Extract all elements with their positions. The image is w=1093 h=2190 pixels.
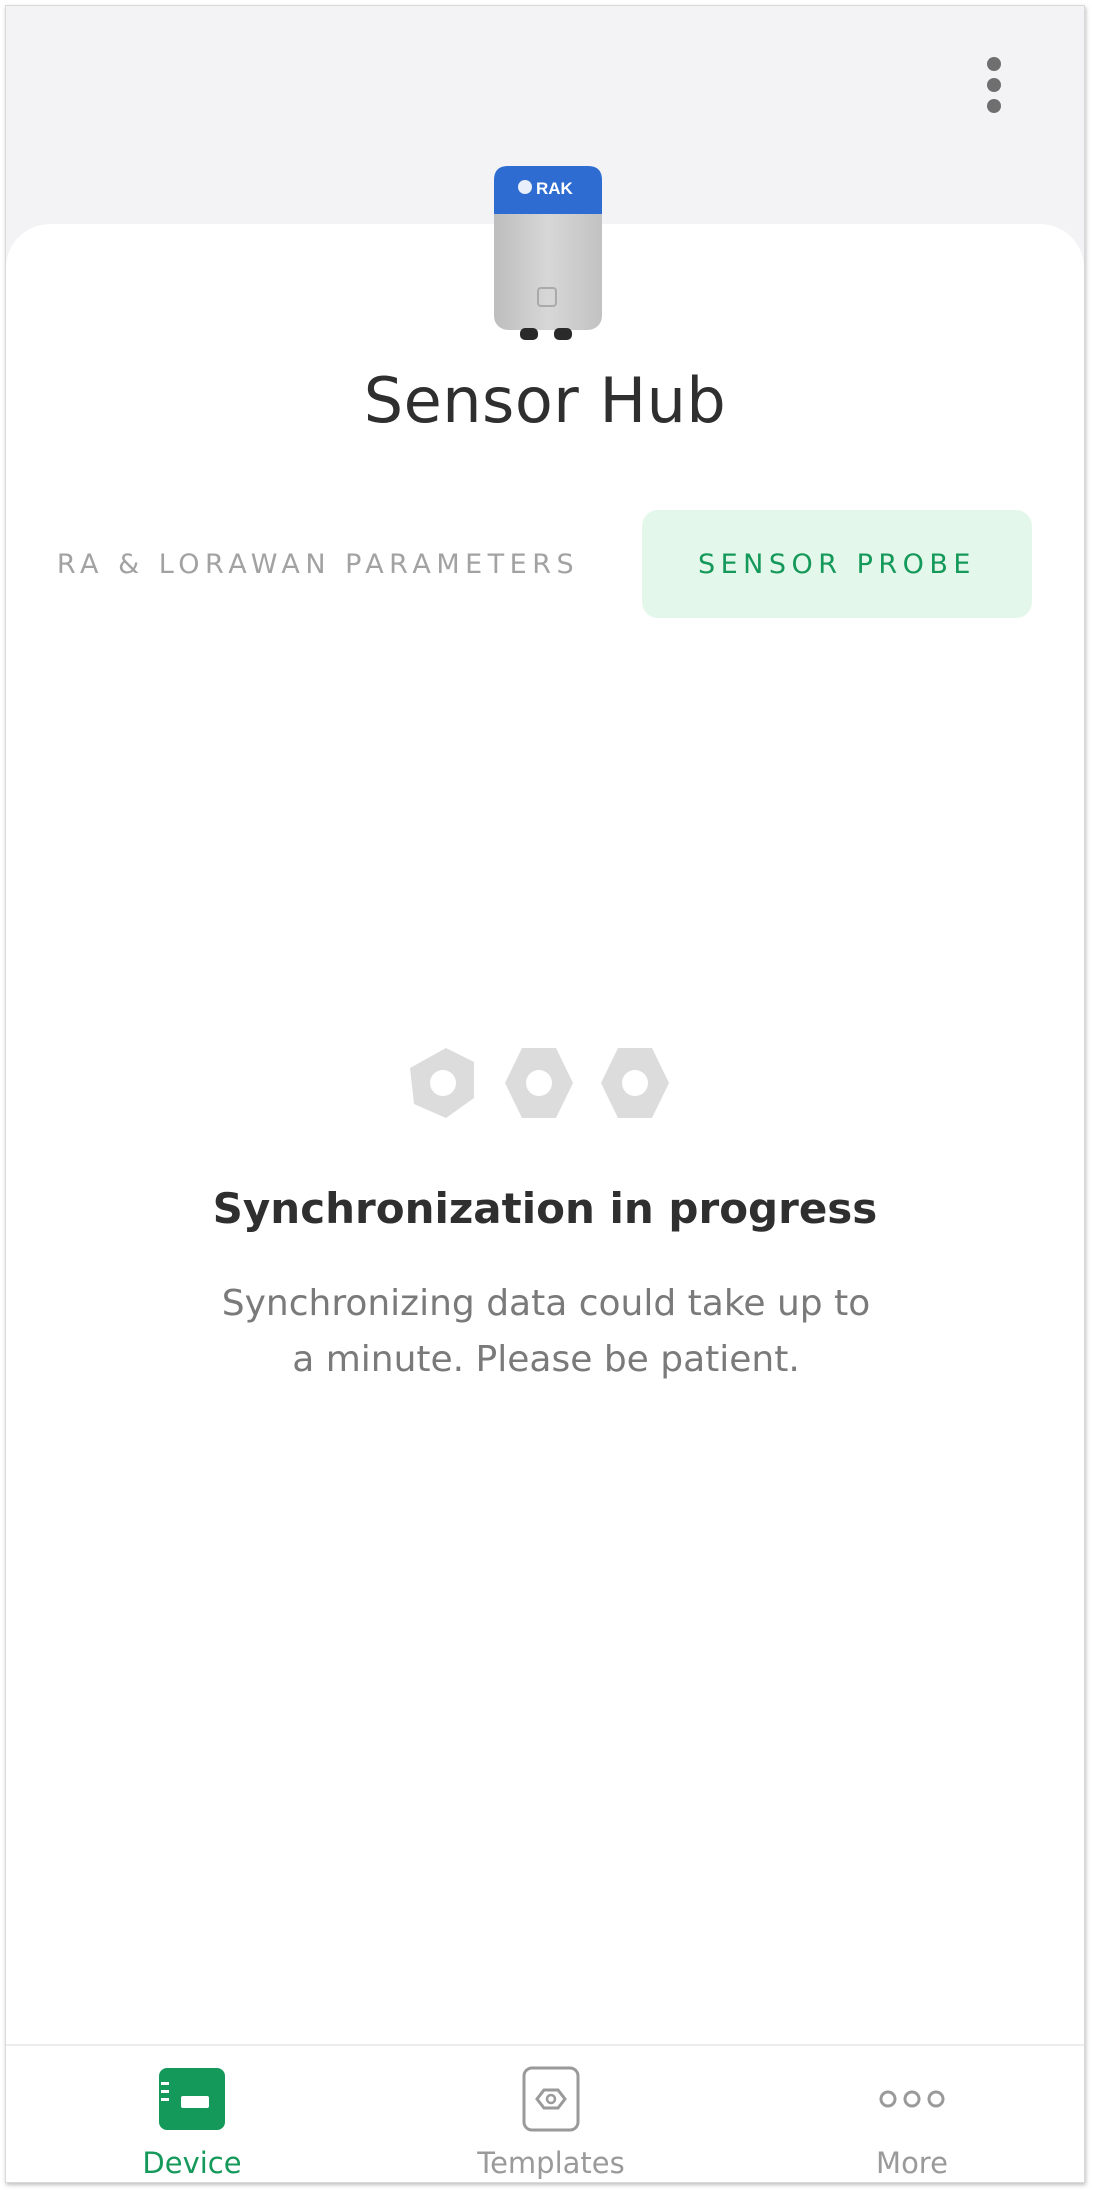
- nav-label-device: Device: [142, 2146, 242, 2180]
- sync-loading-indicator: [410, 1048, 669, 1118]
- hexagon-loader-icon: [410, 1048, 474, 1118]
- tab-sensor-probe[interactable]: SENSOR PROBE: [642, 510, 1032, 618]
- sync-message: Synchronizing data could take up to a mi…: [221, 1283, 871, 1380]
- bottom-navigation: Device Templates More: [6, 2044, 1084, 2182]
- menu-dot: [987, 57, 1001, 71]
- nav-item-device[interactable]: Device: [62, 2046, 322, 2182]
- tab-ra-lorawan-parameters[interactable]: RA & LORAWAN PARAMETERS: [48, 510, 588, 618]
- device-brand-logo: RAK: [536, 179, 574, 198]
- content-card: [6, 224, 1084, 2044]
- device-title: Sensor Hub: [363, 364, 727, 437]
- hexagon-loader-icon: [601, 1048, 669, 1118]
- more-dots-icon: [879, 2090, 945, 2108]
- sync-title: Synchronization in progress: [212, 1184, 878, 1233]
- menu-dot: [987, 78, 1001, 92]
- overflow-menu-button[interactable]: [964, 52, 1024, 118]
- tab-bar: RA & LORAWAN PARAMETERS SENSOR PROBE: [48, 510, 1032, 618]
- nav-item-templates[interactable]: Templates: [421, 2046, 681, 2182]
- nav-label-templates: Templates: [477, 2146, 625, 2180]
- device-image: RAK: [494, 166, 602, 340]
- device-icon: [159, 2068, 225, 2130]
- hexagon-loader-icon: [505, 1048, 573, 1118]
- nav-label-more: More: [876, 2146, 948, 2180]
- menu-dot: [987, 99, 1001, 113]
- app-screen: RAK Sensor Hub RA & LORAWAN PARAMETERS S…: [5, 5, 1085, 2183]
- nav-item-more[interactable]: More: [782, 2046, 1042, 2182]
- template-icon: [522, 2066, 580, 2132]
